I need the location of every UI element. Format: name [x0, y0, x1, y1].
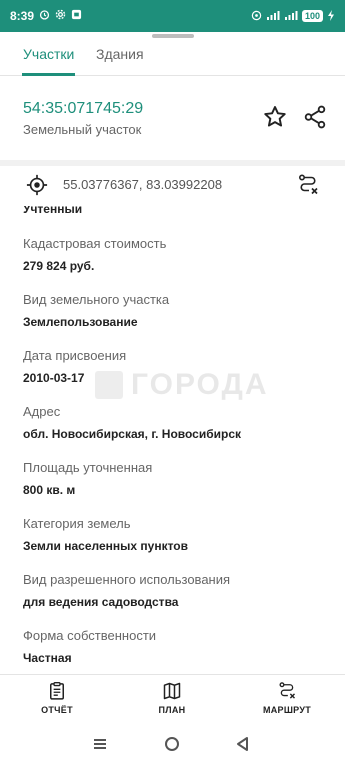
field-label: Вид земельного участка: [23, 292, 170, 307]
bottom-action-bar: ОТЧЁТ ПЛАН МАРШРУТ: [0, 674, 345, 720]
field-land-category: Категория земель Земли населенных пункто…: [23, 514, 333, 554]
route-icon: [252, 681, 322, 701]
field-value: Частная: [23, 651, 72, 665]
field-value: Землепользование: [23, 315, 138, 329]
field-cadastral-cost: Кадастровая стоимость 279 824 руб.: [23, 234, 333, 274]
report-icon: [22, 681, 92, 701]
field-area: Площадь уточненная 800 кв. м: [23, 458, 333, 498]
cadastral-number[interactable]: 54:35:071745:29: [23, 100, 143, 118]
menu-nav-button[interactable]: [90, 734, 110, 754]
field-label: Категория земель: [23, 516, 131, 531]
plan-label: ПЛАН: [158, 705, 186, 715]
system-nav-bar: [0, 720, 345, 767]
home-circle-icon: [162, 737, 182, 758]
home-nav-button[interactable]: [162, 734, 182, 754]
field-ownership-form: Форма собственности Частная: [23, 626, 333, 666]
route-button[interactable]: МАРШРУТ: [252, 679, 322, 719]
alarm-icon: [39, 9, 50, 23]
report-label: ОТЧЁТ: [41, 705, 73, 715]
tab-parcels[interactable]: Участки: [23, 44, 74, 76]
field-value: для ведения садоводства: [23, 595, 179, 609]
notification-icon: [71, 9, 82, 23]
field-permitted-use: Вид разрешенного использования для веден…: [23, 570, 333, 610]
route-clear-button[interactable]: [296, 173, 320, 197]
route-off-icon: [296, 174, 320, 201]
battery-indicator: 100: [301, 10, 323, 22]
star-icon: [262, 106, 288, 134]
status-bar: 8:39 100: [0, 0, 345, 32]
parcel-header: 54:35:071745:29 Земельный участок: [0, 76, 345, 162]
field-value: Земли населенных пунктов: [23, 539, 189, 553]
back-nav-button[interactable]: [233, 734, 253, 754]
signal-icon-1: [266, 10, 280, 23]
tab-bar: Участки Здания: [0, 38, 345, 76]
back-triangle-icon: [233, 737, 253, 758]
status-value-partial: Учтенный: [23, 206, 83, 216]
coordinates-text[interactable]: 55.03776367, 83.03992208: [63, 177, 222, 192]
parcel-type: Земельный участок: [23, 122, 142, 137]
charging-icon: [327, 9, 335, 23]
field-label: Кадастровая стоимость: [23, 236, 167, 251]
field-label: Площадь уточненная: [23, 460, 153, 475]
field-land-kind: Вид земельного участка Землепользование: [23, 290, 333, 330]
field-label: Вид разрешенного использования: [23, 572, 231, 587]
field-label: Форма собственности: [23, 628, 157, 643]
field-label: Адрес: [23, 404, 61, 419]
menu-icon: [90, 739, 110, 758]
favorite-button[interactable]: [262, 104, 288, 130]
settings-icon: [55, 9, 66, 23]
field-value: обл. Новосибирская, г. Новосибирск: [23, 427, 242, 441]
status-time: 8:39: [10, 9, 35, 23]
field-assignment-date: Дата присвоения 2010-03-17: [23, 346, 333, 386]
tab-buildings[interactable]: Здания: [96, 44, 144, 76]
parcel-details[interactable]: Учтенный Кадастровая стоимость 279 824 р…: [0, 206, 345, 674]
report-button[interactable]: ОТЧЁТ: [22, 679, 92, 719]
coordinates-row: 55.03776367, 83.03992208: [0, 166, 345, 206]
field-value: 2010-03-17: [23, 371, 85, 385]
field-value: 279 824 руб.: [23, 259, 95, 273]
signal-icon-2: [284, 10, 298, 23]
field-address: Адрес обл. Новосибирская, г. Новосибирск: [23, 402, 333, 442]
share-icon: [302, 105, 328, 134]
hotspot-icon: [251, 10, 262, 23]
map-icon: [137, 681, 207, 701]
route-label: МАРШРУТ: [262, 705, 312, 715]
field-label: Дата присвоения: [23, 348, 127, 363]
share-button[interactable]: [302, 104, 328, 130]
plan-button[interactable]: ПЛАН: [137, 679, 207, 719]
field-value: 800 кв. м: [23, 483, 76, 497]
location-target-icon[interactable]: [26, 174, 48, 196]
